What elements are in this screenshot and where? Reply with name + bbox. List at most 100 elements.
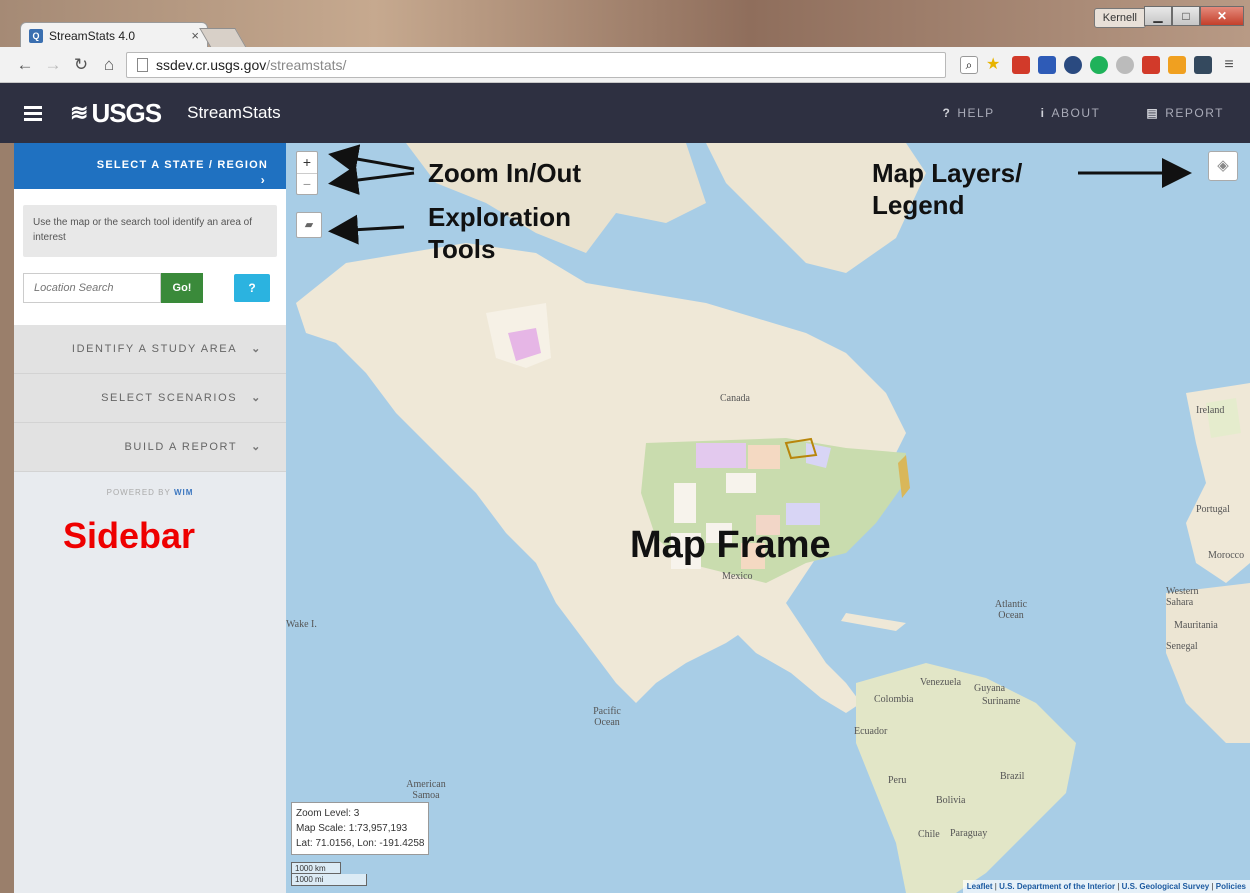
- location-search-input[interactable]: [23, 273, 161, 303]
- extension-icon[interactable]: [1064, 56, 1082, 74]
- report-label: REPORT: [1165, 106, 1224, 120]
- map-label-mexico: Mexico: [722, 571, 753, 582]
- hamburger-menu-icon[interactable]: [24, 103, 42, 124]
- lastpass-icon[interactable]: [1116, 56, 1134, 74]
- nav-links: ? HELP i ABOUT ▤ REPORT: [942, 83, 1224, 143]
- help-link[interactable]: ? HELP: [942, 106, 994, 120]
- scale-mi: 1000 mi: [291, 874, 367, 886]
- app-navbar: ≋ USGS StreamStats ? HELP i ABOUT ▤ REPORT: [0, 83, 1250, 143]
- app-title: StreamStats: [187, 103, 281, 122]
- leaflet-link[interactable]: Leaflet: [967, 882, 993, 891]
- mail-extension-icon[interactable]: [1142, 56, 1160, 74]
- window-extension-icon[interactable]: [1194, 56, 1212, 74]
- url-host: ssdev.cr.usgs.gov: [156, 57, 267, 73]
- policies-link[interactable]: Policies: [1216, 882, 1246, 891]
- search-panel: Use the map or the search tool identify …: [14, 189, 286, 325]
- zoom-control: + −: [296, 151, 318, 195]
- map-label-bolivia: Bolivia: [936, 795, 966, 806]
- grammarly-icon[interactable]: [1090, 56, 1108, 74]
- usgs-link[interactable]: U.S. Geological Survey: [1122, 882, 1210, 891]
- layers-icon: ◈: [1217, 157, 1229, 174]
- exploration-tools-button[interactable]: ▰: [296, 212, 322, 238]
- map-label-canada: Canada: [720, 393, 750, 404]
- analytics-extension-icon[interactable]: [1168, 56, 1186, 74]
- search-help-button[interactable]: ?: [234, 274, 270, 302]
- address-bar[interactable]: ssdev.cr.usgs.gov /streamstats/: [126, 52, 946, 78]
- home-icon[interactable]: ⌂: [98, 55, 120, 75]
- map-label-pacific: Pacific Ocean: [593, 706, 621, 728]
- page-icon: [137, 58, 148, 72]
- toolbox-icon: ▰: [304, 219, 314, 231]
- zoom-annotation: Zoom In/Out: [428, 158, 582, 188]
- close-window-icon[interactable]: ✕: [1200, 6, 1244, 26]
- gmail-extension-icon[interactable]: [1012, 56, 1030, 74]
- map-label-western-sahara: Western Sahara: [1166, 586, 1199, 608]
- map-label-mauritania: Mauritania: [1174, 620, 1218, 631]
- window-user-badge[interactable]: Kernell: [1093, 8, 1146, 28]
- tab-close-icon[interactable]: ×: [191, 28, 199, 43]
- select-scenarios-section[interactable]: SELECT SCENARIOS ⌄: [14, 374, 286, 423]
- section-label: BUILD A REPORT: [124, 441, 238, 453]
- reload-icon[interactable]: ↻: [70, 55, 92, 75]
- map-label-suriname: Suriname: [982, 696, 1021, 707]
- forward-icon[interactable]: →: [42, 55, 64, 75]
- select-state-label: SELECT A STATE / REGION: [96, 159, 268, 171]
- map-status-box: Zoom Level: 3 Map Scale: 1:73,957,193 La…: [291, 802, 430, 855]
- map-label-ecuador: Ecuador: [854, 726, 888, 737]
- report-link[interactable]: ▤ REPORT: [1146, 106, 1224, 120]
- map-label-peru: Peru: [888, 775, 907, 786]
- map-label-atlantic: Atlantic Ocean: [994, 599, 1028, 621]
- map-frame[interactable]: Canada Mexico Atlantic Ocean Pacific Oce…: [286, 143, 1250, 893]
- browser-titlebar: Q StreamStats 4.0 × Kernell ▁ □ ✕: [0, 0, 1250, 48]
- doi-link[interactable]: U.S. Department of the Interior: [999, 882, 1115, 891]
- map-scale-text: Map Scale: 1:73,957,193: [296, 823, 408, 834]
- browser-tab[interactable]: Q StreamStats 4.0 ×: [20, 22, 208, 48]
- coordinates-text: Lat: 71.0156, Lon: -191.4258: [296, 838, 425, 849]
- calendar-extension-icon[interactable]: [1038, 56, 1056, 74]
- browser-toolbar: ← → ↻ ⌂ ssdev.cr.usgs.gov /streamstats/ …: [0, 47, 1250, 83]
- map-label-chile: Chile: [918, 829, 940, 840]
- maximize-icon[interactable]: □: [1172, 6, 1200, 26]
- streamstats-favicon-icon: Q: [29, 28, 43, 43]
- usgs-logo[interactable]: ≋ USGS: [70, 97, 162, 129]
- powered-by: POWERED BY WIM: [14, 488, 286, 497]
- help-label: HELP: [957, 106, 995, 120]
- search-row: Go! ?: [23, 273, 277, 303]
- map-attribution: Leaflet | U.S. Department of the Interio…: [962, 880, 1250, 893]
- scale-km: 1000 km: [291, 862, 341, 874]
- chevron-down-icon: ⌄: [251, 441, 262, 453]
- star-icon[interactable]: ★: [986, 56, 1004, 74]
- back-icon[interactable]: ←: [14, 55, 36, 75]
- instructions-text: Use the map or the search tool identify …: [23, 205, 277, 257]
- map-frame-annotation: Map Frame: [630, 524, 831, 566]
- chevron-down-icon: ⌄: [251, 392, 262, 404]
- window-controls: ▁ □ ✕: [1144, 6, 1244, 26]
- tab-title: StreamStats 4.0: [49, 28, 136, 43]
- chevron-right-icon: ›: [260, 173, 266, 187]
- menu-icon[interactable]: ≡: [1220, 56, 1238, 74]
- identify-study-area-section[interactable]: IDENTIFY A STUDY AREA ⌄: [14, 325, 286, 374]
- go-button[interactable]: Go!: [161, 273, 203, 303]
- map-label-guyana: Guyana: [974, 683, 1006, 694]
- info-icon: i: [1040, 106, 1046, 120]
- map-layers-button[interactable]: ◈: [1208, 151, 1238, 181]
- logo-text: USGS: [91, 97, 162, 128]
- zoom-out-button[interactable]: −: [297, 173, 317, 194]
- wim-link[interactable]: WIM: [174, 488, 193, 497]
- help-icon: ?: [942, 106, 952, 120]
- usgs-waves-icon: ≋: [70, 100, 88, 125]
- url-path: /streamstats/: [266, 57, 347, 73]
- map-label-portugal: Portugal: [1196, 504, 1230, 515]
- build-report-section[interactable]: BUILD A REPORT ⌄: [14, 423, 286, 472]
- about-link[interactable]: i ABOUT: [1041, 106, 1101, 120]
- minimize-icon[interactable]: ▁: [1144, 6, 1172, 26]
- map-label-paraguay: Paraguay: [950, 828, 988, 839]
- extensions-bar: ⌕ ★ ≡: [960, 56, 1238, 74]
- section-label: SELECT SCENARIOS: [101, 392, 238, 404]
- section-label: IDENTIFY A STUDY AREA: [71, 343, 238, 355]
- select-state-header[interactable]: SELECT A STATE / REGION ›: [14, 143, 286, 189]
- zoom-in-button[interactable]: +: [297, 152, 317, 173]
- chevron-down-icon: ⌄: [251, 343, 262, 355]
- zoom-icon[interactable]: ⌕: [960, 56, 978, 74]
- map-label-brazil: Brazil: [1000, 771, 1025, 782]
